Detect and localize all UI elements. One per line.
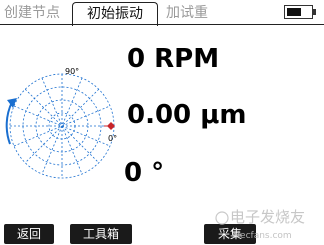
rotation-arrow [5, 101, 13, 145]
speed-readout: 0 RPM [127, 44, 220, 74]
svg-text:电子发烧友: 电子发烧友 [230, 208, 305, 226]
back-button[interactable]: 返回 [4, 224, 54, 244]
svg-text:elecfans.com: elecfans.com [232, 231, 292, 241]
tab-initial-vibration[interactable]: 初始振动 [72, 2, 158, 26]
phase-readout: 0 ° [124, 158, 165, 188]
tab-create-node[interactable]: 创建节点 [4, 3, 68, 23]
battery-icon [284, 5, 316, 19]
toolbox-button[interactable]: 工具箱 [70, 224, 132, 244]
watermark-logo: 电子发烧友 elecfans.com [215, 208, 305, 241]
angle-label-90: 90° [65, 67, 79, 76]
tab-bar: 创建节点 初始振动 加试重 [0, 0, 324, 26]
tab-add-trial-weight[interactable]: 加试重 [166, 3, 226, 23]
tab-underline [0, 24, 324, 25]
battery-level [287, 8, 301, 16]
angle-label-0: 0° [108, 134, 117, 143]
polar-plot: 90° 0° [5, 67, 117, 179]
amplitude-readout: 0.00 μm [127, 100, 247, 130]
